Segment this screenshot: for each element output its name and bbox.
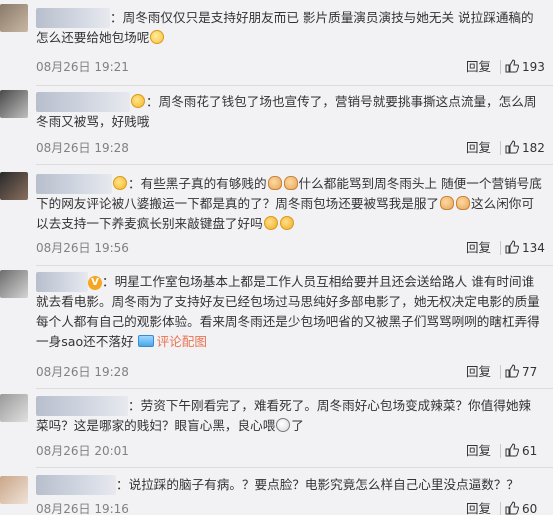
like-button[interactable]: 61 (505, 443, 537, 459)
reply-button[interactable]: 回复 (466, 501, 491, 515)
thumbs-up-icon (505, 501, 519, 515)
comment-item: ：周冬雨仅仅只是支持好朋友而已 影片质量演员演技与她无关 说拉踩通稿的怎么还要给… (0, 0, 553, 88)
divider (500, 241, 501, 255)
emoji-icon (150, 30, 165, 44)
comment-time: 08月26日 19:28 (36, 365, 129, 379)
emoji-icon (113, 176, 127, 190)
comment-text: ：周冬雨花了钱包了场也宣传了，营销号就要挑事撕这点流量，怎么周冬雨又被骂，好贱哦 (36, 94, 537, 129)
comment-item: ：有些黑子真的有够贱的 什么都能骂到周冬雨头上 随便一个营销号底下的网友评论被八婆… (0, 166, 553, 266)
divider (36, 164, 553, 165)
comment-text: ：劳资下午刚看完了，难看死了。周冬雨好心包场变成辣菜？你值得她辣菜吗？这是哪家的… (36, 398, 531, 433)
comment-picture-link[interactable]: 评论配图 (137, 334, 207, 349)
comment-text: ：有些黑子真的有够贱的 什么都能骂到周冬雨头上 随便一个营销号底下的网友评论被八婆… (36, 176, 542, 231)
avatar[interactable] (0, 4, 28, 32)
divider (500, 444, 501, 458)
comment-time: 08月26日 19:28 (36, 141, 129, 155)
like-button[interactable]: 182 (505, 140, 545, 156)
reply-button[interactable]: 回复 (466, 59, 491, 75)
comment-text: V ：明星工作室包场基本上都是工作人员互相给要并且还会送给路人 谁有时间谁就去看电… (36, 274, 540, 349)
divider (500, 365, 501, 379)
fist-icon (283, 176, 298, 190)
divider (36, 388, 553, 389)
like-button[interactable]: 193 (505, 59, 545, 75)
comment-time: 08月26日 20:01 (36, 444, 129, 458)
fist-icon (267, 176, 282, 190)
comment-item: ：周冬雨花了钱包了场也宣传了，营销号就要挑事撕这点流量，怎么周冬雨又被骂，好贱哦… (0, 86, 553, 166)
comment-item: V ：明星工作室包场基本上都是工作人员互相给要并且还会送给路人 谁有时间谁就去看电… (0, 266, 553, 390)
avatar[interactable] (0, 270, 28, 298)
thumbs-up-icon (505, 443, 519, 457)
comment-text: ：说拉踩的脑子有病。？要点脸？电影究竟怎么样自己心里没点逼数？？ (116, 477, 519, 492)
reply-button[interactable]: 回复 (466, 140, 491, 156)
comment-time: 08月26日 19:56 (36, 241, 129, 255)
like-button[interactable]: 60 (505, 501, 537, 515)
comment-text: ：周冬雨仅仅只是支持好朋友而已 影片质量演员演技与她无关 说拉踩通稿的怎么还要给… (36, 10, 534, 45)
comment-time: 08月26日 19:21 (36, 60, 129, 74)
fist-icon (456, 196, 470, 210)
comment-item: ：说拉踩的脑子有病。？要点脸？电影究竟怎么样自己心里没点逼数？？ 08月26日 … (0, 468, 553, 515)
thumbs-up-icon (505, 140, 519, 154)
picture-icon (137, 335, 154, 347)
thumbs-up-icon (505, 240, 519, 254)
divider (500, 141, 501, 155)
reply-button[interactable]: 回复 (466, 240, 491, 256)
reply-button[interactable]: 回复 (466, 364, 491, 380)
divider (500, 502, 501, 515)
divider (500, 60, 501, 74)
emoji-icon (279, 216, 294, 230)
comment-item: ：劳资下午刚看完了，难看死了。周冬雨好心包场变成辣菜？你值得她辣菜吗？这是哪家的… (0, 390, 553, 470)
like-button[interactable]: 77 (505, 364, 537, 380)
emoji-icon (263, 216, 278, 230)
avatar[interactable] (0, 172, 28, 200)
avatar[interactable] (0, 476, 28, 504)
fist-icon (440, 196, 454, 210)
thumbs-up-icon (505, 59, 519, 73)
emoji-icon (131, 94, 145, 108)
verified-badge: V (88, 276, 102, 290)
avatar[interactable] (0, 394, 28, 422)
emoji-icon (276, 418, 291, 432)
thumbs-up-icon (505, 364, 519, 378)
reply-button[interactable]: 回复 (466, 443, 491, 459)
like-button[interactable]: 134 (505, 240, 545, 256)
comment-list: ：周冬雨仅仅只是支持好朋友而已 影片质量演员演技与她无关 说拉踩通稿的怎么还要给… (0, 0, 553, 515)
avatar[interactable] (0, 90, 28, 118)
comment-time: 08月26日 19:16 (36, 502, 129, 515)
